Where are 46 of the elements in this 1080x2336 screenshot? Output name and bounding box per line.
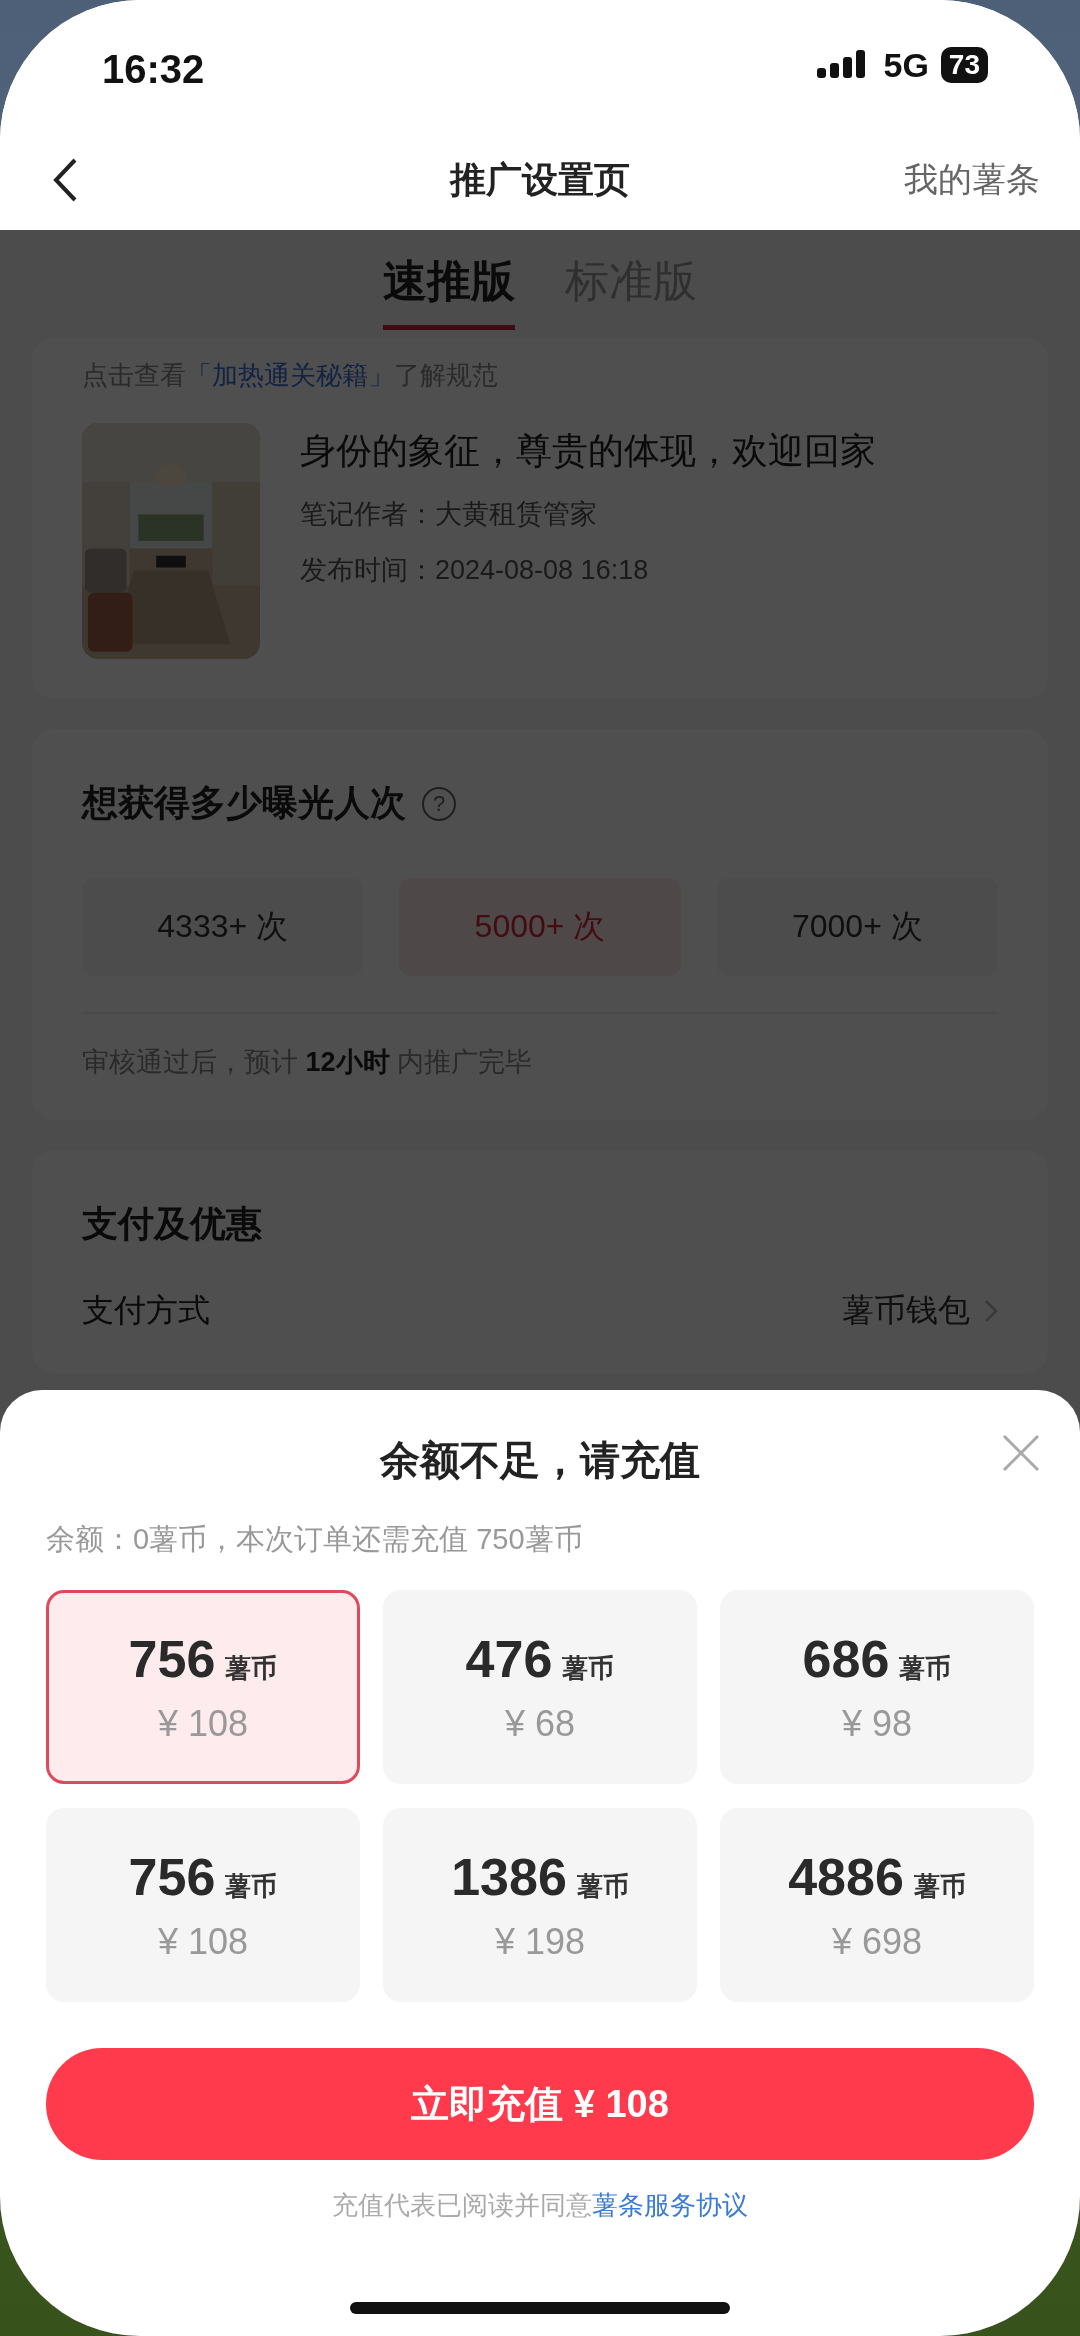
- coin-unit: 薯币: [899, 1652, 952, 1685]
- payment-method[interactable]: 薯币钱包: [842, 1289, 970, 1333]
- package-option[interactable]: 686 薯币 ¥ 98: [720, 1590, 1034, 1784]
- coin-amount: 476: [465, 1629, 553, 1689]
- section-title: 支付及优惠: [82, 1203, 262, 1244]
- coin-amount: 756: [128, 1629, 216, 1689]
- coin-amount: 4886: [788, 1847, 904, 1907]
- payment-label: 支付方式: [82, 1291, 210, 1330]
- package-price: ¥ 98: [841, 1703, 913, 1745]
- page-title: 推广设置页: [450, 157, 630, 202]
- network-label: 5G: [883, 45, 929, 85]
- coin-amount: 756: [128, 1847, 216, 1907]
- agreement-link[interactable]: 薯条服务协议: [592, 2190, 748, 2220]
- battery-level: 73: [940, 47, 988, 83]
- package-price: ¥ 68: [504, 1703, 576, 1745]
- package-option[interactable]: 756 薯币 ¥ 108: [46, 1808, 360, 2002]
- package-price: ¥ 698: [831, 1921, 923, 1963]
- package-option[interactable]: 756 薯币 ¥ 108: [46, 1590, 360, 1784]
- help-icon[interactable]: ?: [422, 786, 456, 821]
- package-price: ¥ 198: [494, 1921, 586, 1963]
- note-title: 身份的象征，尊贵的体现，欢迎回家: [300, 429, 876, 473]
- version-tab[interactable]: 速推版: [383, 252, 515, 330]
- package-option[interactable]: 4886 薯币 ¥ 698: [720, 1808, 1034, 2002]
- section-title: 想获得多少曝光人次: [82, 781, 406, 825]
- recharge-button[interactable]: 立即充值 ¥ 108: [46, 2048, 1034, 2160]
- package-price: ¥ 108: [157, 1921, 249, 1963]
- sheet-title: 余额不足，请充值: [380, 1436, 700, 1484]
- exposure-option[interactable]: 5000+ 次: [399, 878, 681, 976]
- coin-unit: 薯币: [225, 1870, 278, 1903]
- coin-amount: 1386: [451, 1847, 567, 1907]
- coin-unit: 薯币: [576, 1870, 629, 1903]
- back-button[interactable]: [52, 157, 78, 203]
- agreement-text: 充值代表已阅读并同意薯条服务协议: [331, 2189, 749, 2222]
- coin-amount: 686: [802, 1629, 890, 1689]
- status-time: 16:32: [102, 45, 205, 92]
- tips-link[interactable]: 「加热通关秘籍」: [186, 360, 394, 390]
- balance-text: 余额：0薯币，本次订单还需充值 750薯币: [46, 1522, 584, 1557]
- package-option[interactable]: 476 薯币 ¥ 68: [383, 1590, 697, 1784]
- coin-unit: 薯币: [913, 1870, 966, 1903]
- my-orders-link[interactable]: 我的薯条: [904, 157, 1040, 203]
- package-price: ¥ 108: [157, 1703, 249, 1745]
- coin-unit: 薯币: [562, 1652, 615, 1685]
- back-icon: [52, 157, 78, 203]
- close-icon: [1002, 1434, 1040, 1472]
- coin-unit: 薯币: [225, 1652, 278, 1685]
- package-option[interactable]: 1386 薯币 ¥ 198: [383, 1808, 697, 2002]
